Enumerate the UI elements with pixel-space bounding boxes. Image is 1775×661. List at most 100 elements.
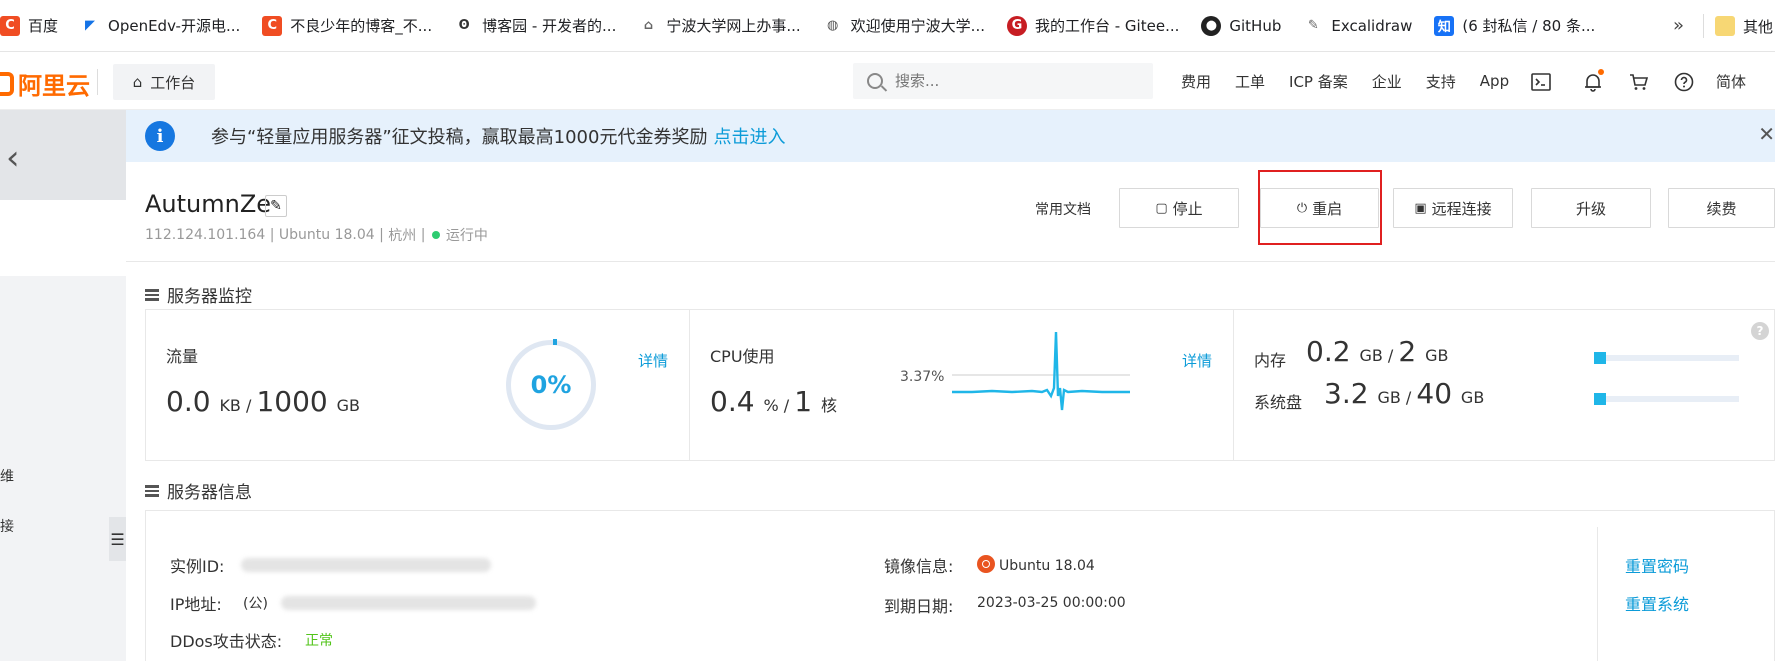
bookmark-gitee[interactable]: G 我的工作台 - Gitee...	[1006, 11, 1179, 41]
upgrade-button[interactable]: 升级	[1531, 188, 1651, 228]
sidebar-active-item[interactable]	[0, 200, 126, 276]
bookmark-cnblogs[interactable]: ʘ 博客园 - 开发者的...	[454, 11, 617, 41]
logo-divider	[97, 69, 98, 95]
sidebar-toggle-icon[interactable]: ☰	[109, 517, 126, 561]
info-icon: i	[145, 121, 175, 151]
terminal-icon[interactable]	[1530, 71, 1552, 93]
ddos-status: 正常	[305, 633, 333, 649]
promo-banner: i 参与“轻量应用服务器”征文投稿，赢取最高1000元代金券奖励 点击进入 ✕	[126, 110, 1775, 162]
c-logo-icon: C	[0, 15, 20, 36]
traffic-detail-link[interactable]: 详情	[638, 350, 668, 371]
disk-usage: 3.2 GB / 40 GB	[1324, 377, 1485, 410]
remote-connect-button[interactable]: ▣ 远程连接	[1393, 188, 1513, 228]
restart-highlight-box	[1258, 170, 1382, 245]
nav-link-icp[interactable]: ICP 备案	[1289, 71, 1348, 92]
workbench-button[interactable]: ⌂ 工作台	[113, 64, 215, 100]
stop-button[interactable]: ▢ 停止	[1119, 188, 1239, 228]
disk-bar	[1594, 393, 1739, 405]
bookmark-nbu-welcome[interactable]: ◍ 欢迎使用宁波大学...	[823, 11, 985, 41]
chevron-left-icon[interactable]: ‹	[6, 138, 20, 178]
bookmarks-more-button[interactable]: »	[1673, 15, 1684, 36]
nav-link-app[interactable]: App	[1480, 72, 1509, 90]
zhihu-icon: 知	[1434, 15, 1455, 36]
instance-os: Ubuntu 18.04	[278, 227, 375, 243]
gitee-icon: G	[1006, 15, 1027, 36]
info-column-divider	[1597, 527, 1598, 661]
reset-password-link[interactable]: 重置密码	[1625, 553, 1689, 577]
memory-usage: 0.2 GB / 2 GB	[1306, 335, 1449, 368]
cpu-card: CPU使用 0.4 % / 1 核 3.37% 详情	[690, 310, 1234, 460]
nav-link-support[interactable]: 支持	[1426, 71, 1456, 92]
ip-redacted	[281, 596, 536, 610]
image-label: 镜像信息:	[884, 557, 954, 576]
search-input[interactable]	[895, 72, 1135, 90]
instance-id-label: 实例ID:	[170, 557, 225, 576]
cpu-detail-link[interactable]: 详情	[1182, 350, 1212, 371]
sidebar-item-connect[interactable]: 接	[0, 516, 14, 536]
notification-dot	[1598, 69, 1604, 75]
traffic-card: 流量 0.0 KB / 1000 GB 0% 详情	[146, 310, 690, 460]
excalidraw-icon: ✎	[1307, 18, 1319, 33]
cpu-peak-label: 3.37%	[900, 369, 945, 385]
traffic-label: 流量	[166, 347, 199, 366]
bell-icon[interactable]	[1582, 69, 1604, 93]
instance-id-redacted	[241, 558, 491, 572]
status-dot	[431, 231, 440, 239]
bookmark-other-folder[interactable]: 其他	[1715, 11, 1773, 41]
question-icon[interactable]: ?	[1751, 322, 1769, 340]
nav-link-billing[interactable]: 费用	[1181, 71, 1211, 92]
edit-icon[interactable]: ✎	[265, 195, 287, 217]
expire-value: 2023-03-25 00:00:00	[977, 595, 1126, 611]
instance-name: AutumnZe	[145, 190, 272, 218]
home-icon: ⌂	[132, 73, 143, 91]
sidebar-item-ops[interactable]: 维	[0, 466, 14, 486]
bookmark-excalidraw[interactable]: ✎ Excalidraw	[1303, 11, 1412, 41]
nav-links: 费用 工单 ICP 备案 企业 支持 App	[1181, 52, 1533, 110]
bookmarks-divider	[1703, 14, 1704, 38]
ddos-label: DDos攻击状态:	[170, 632, 283, 651]
instance-ip: 112.124.101.164	[145, 227, 266, 243]
instance-meta: 112.124.101.164 | Ubuntu 18.04 | 杭州 | 运行…	[145, 227, 488, 244]
bookmarks-bar: C 百度 ◤ OpenEdv-开源电... C 不良少年的博客_不... ʘ 博客园 -…	[0, 0, 1775, 52]
bookmark-nbu-office[interactable]: ⌂ 宁波大学网上办事...	[638, 11, 801, 41]
instance-status: 运行中	[445, 228, 488, 244]
cart-icon[interactable]	[1628, 71, 1650, 93]
image-value: Ubuntu 18.04	[977, 555, 1095, 574]
search-icon	[867, 73, 883, 89]
nav-link-ticket[interactable]: 工单	[1235, 71, 1265, 92]
globe-icon: ◍	[827, 18, 839, 33]
traffic-usage: 0.0 KB / 1000 GB	[166, 385, 361, 418]
expire-label: 到期日期:	[884, 597, 954, 616]
c-logo-icon: C	[262, 15, 283, 36]
renew-button[interactable]: 续费	[1668, 188, 1775, 228]
cpu-usage: 0.4 % / 1 核	[710, 385, 837, 418]
bookmark-github[interactable]: ● GitHub	[1201, 11, 1281, 41]
help-icon[interactable]	[1673, 71, 1695, 93]
cpu-label: CPU使用	[710, 347, 775, 366]
monitor-icon: ▣	[1414, 200, 1427, 216]
bookmark-zhihu[interactable]: 知 (6 封私信 / 80 条...	[1434, 11, 1595, 41]
list-icon	[145, 484, 159, 497]
github-icon: ●	[1201, 15, 1222, 36]
nav-link-enterprise[interactable]: 企业	[1372, 71, 1402, 92]
memory-bar	[1594, 352, 1739, 364]
disk-bar-fill	[1594, 393, 1606, 405]
header-divider	[126, 261, 1775, 262]
ubuntu-icon	[977, 555, 995, 573]
reset-system-link[interactable]: 重置系统	[1625, 591, 1689, 615]
banner-text: 参与“轻量应用服务器”征文投稿，赢取最高1000元代金券奖励	[211, 127, 708, 148]
docs-link[interactable]: 常用文档	[1035, 199, 1091, 219]
instance-region: 杭州	[388, 228, 417, 244]
banner-link[interactable]: 点击进入	[713, 123, 785, 149]
language-switch[interactable]: 简体	[1716, 71, 1746, 92]
bookmark-openedv[interactable]: ◤ OpenEdv-开源电...	[80, 11, 240, 41]
traffic-ring: 0%	[506, 339, 596, 430]
bookmark-blog[interactable]: C 不良少年的博客_不...	[262, 11, 432, 41]
top-navigation: 阿里云 ⌂工作台 费用 工单 ICP 备案 企业 支持 App 简体	[0, 52, 1775, 110]
stop-icon: ▢	[1155, 200, 1168, 216]
aliyun-logo[interactable]: 阿里云	[0, 66, 90, 101]
bookmark-baidu[interactable]: C 百度	[0, 11, 58, 41]
close-icon[interactable]: ✕	[1758, 122, 1775, 146]
list-icon	[145, 288, 159, 301]
search-box[interactable]	[853, 63, 1153, 99]
